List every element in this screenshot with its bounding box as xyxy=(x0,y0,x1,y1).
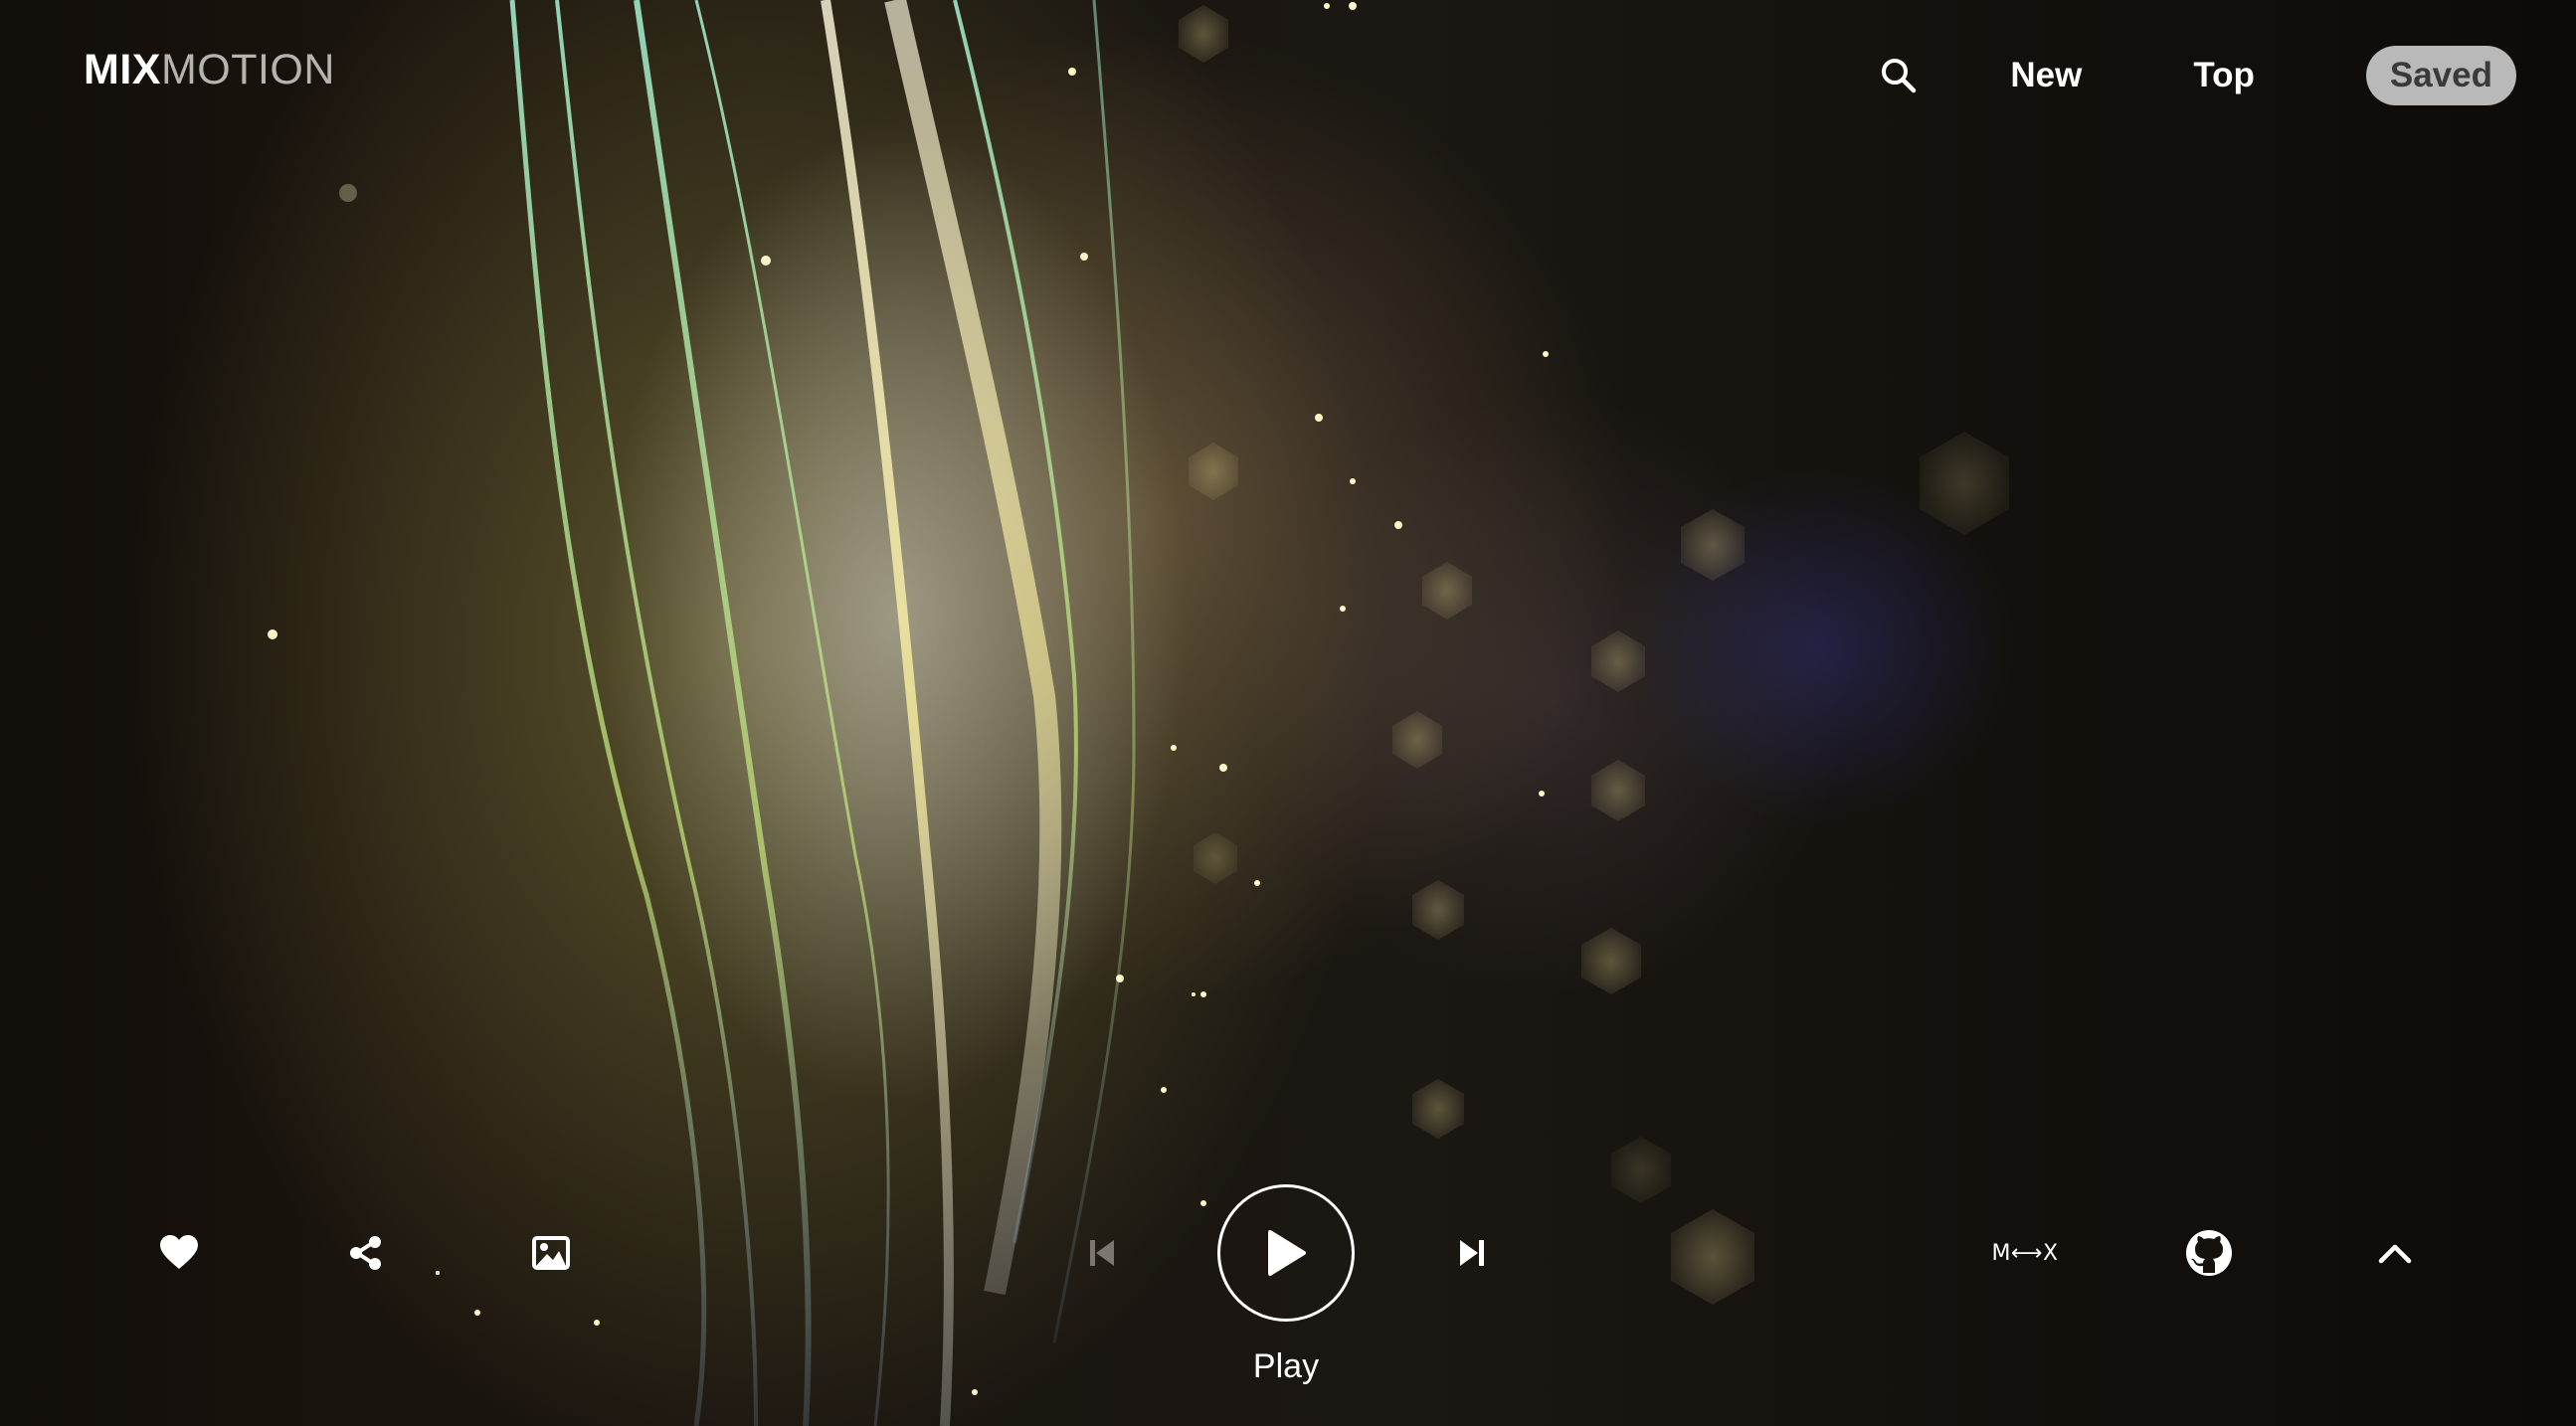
expand-button[interactable] xyxy=(2367,1225,2423,1281)
nav-new-link[interactable]: New xyxy=(2010,46,2082,105)
skip-next-icon xyxy=(1460,1240,1484,1266)
play-icon xyxy=(1268,1230,1306,1276)
github-icon xyxy=(2186,1230,2232,1276)
visualizer-stage: MIXMOTION New Top Saved Play M⟷X xyxy=(0,0,2576,1426)
snapshot-button[interactable] xyxy=(523,1225,579,1281)
nav-saved-link[interactable]: Saved xyxy=(2365,46,2516,105)
logo-bold-text: MIX xyxy=(84,46,161,93)
mx-button[interactable]: M⟷X xyxy=(1985,1227,2065,1279)
top-navigation: New Top Saved xyxy=(1869,46,2516,105)
logo-light-text: MOTION xyxy=(160,46,335,93)
share-icon xyxy=(350,1236,381,1270)
app-logo[interactable]: MIXMOTION xyxy=(84,46,335,94)
search-button[interactable] xyxy=(1869,46,1929,105)
previous-button[interactable] xyxy=(1076,1227,1128,1279)
image-icon xyxy=(532,1236,570,1270)
play-button[interactable] xyxy=(1217,1184,1355,1322)
like-button[interactable] xyxy=(151,1225,207,1281)
heart-icon xyxy=(160,1235,198,1269)
chevron-up-icon xyxy=(2378,1244,2412,1264)
share-button[interactable] xyxy=(338,1225,394,1281)
skip-previous-icon xyxy=(1090,1240,1114,1266)
play-label: Play xyxy=(1252,1347,1320,1385)
github-button[interactable] xyxy=(2181,1225,2237,1281)
next-button[interactable] xyxy=(1446,1227,1498,1279)
nav-top-link[interactable]: Top xyxy=(2193,46,2255,105)
search-icon xyxy=(1882,59,1917,93)
mx-label: M⟷X xyxy=(1991,1240,2059,1266)
